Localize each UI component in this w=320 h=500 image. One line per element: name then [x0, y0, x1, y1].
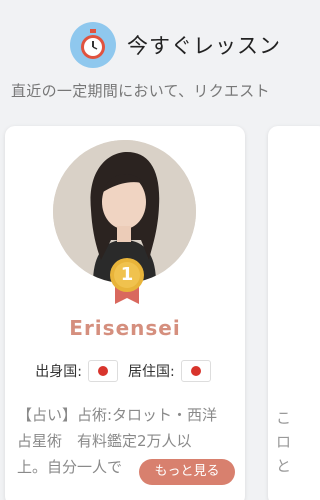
more-button[interactable]: もっと見る: [139, 459, 235, 485]
residence-label: 居住国:: [128, 364, 175, 380]
next-card-description: こ ロ と: [276, 406, 291, 478]
teacher-card[interactable]: 1 Erisensei 出身国: 居住国: 【占い】占術:タロット・西洋 占星術…: [5, 126, 245, 500]
teacher-name: Erisensei: [69, 316, 181, 340]
page-title: 今すぐレッスン: [127, 34, 281, 58]
japan-flag-icon: [180, 360, 211, 382]
country-info: 出身国: 居住国:: [5, 358, 245, 384]
rank-number: 1: [120, 264, 134, 285]
description-line: 【占い】占術:タロット・西洋: [17, 406, 218, 424]
japan-flag-icon: [88, 360, 118, 382]
description-line: と: [276, 457, 292, 475]
rank-medal-icon: 1: [107, 256, 147, 306]
stopwatch-icon: [70, 22, 116, 68]
next-teacher-card[interactable]: こ ロ と: [268, 126, 320, 500]
description-line: こ: [276, 409, 292, 427]
description-line: ロ: [276, 433, 292, 451]
section-subtitle: 直近の一定期間において、リクエスト: [11, 82, 270, 100]
origin-label: 出身国:: [35, 364, 82, 380]
description-line: 占星術 有料鑑定2万人以: [17, 432, 192, 450]
header: 今すぐレッスン: [0, 18, 287, 70]
